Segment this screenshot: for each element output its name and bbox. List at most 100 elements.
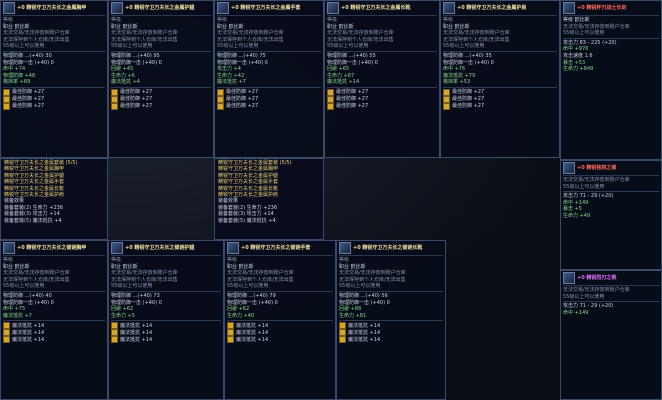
manastone-icon [327, 95, 334, 103]
tooltip-chain-legs: +0 精锐守卫万夫长之锁链护腿 等级 职业 欧比斯 无法交易/无法存放到账户仓库… [108, 240, 224, 400]
manastone-icon [217, 95, 224, 103]
stat: 回避 +62 [111, 306, 134, 313]
level-req: 55级以上可以使用 [227, 283, 269, 290]
manastone-icon [3, 88, 10, 96]
level-req: 55级以上可以使用 [339, 283, 381, 290]
stat: 攻击力 71 - 29 (+20) [563, 193, 614, 200]
stat: 攻击力 +4 [217, 66, 241, 73]
trade-note: 无法交易/无法存放到账户仓库 [3, 30, 70, 37]
manastone: 魔法抵抗 +14 [12, 329, 45, 336]
stat: 物理防御 ...(+40) 55 [327, 52, 376, 59]
item-title: +0 精锐守卫万夫长之锁链护腿 [125, 244, 195, 251]
trade-note: 无法交易/无法存放到账户仓库 [339, 270, 406, 277]
level-req: 55级以上可以使用 [563, 183, 605, 190]
manastone-icon [443, 102, 450, 110]
manastone: 魔法抵抗 +14 [348, 336, 381, 343]
tooltip-weapon-lock: +0 精锐铭刻之锁 无法交易/无法存放到账户仓库 55级以上可以使用 攻击力 7… [560, 160, 662, 270]
item-title: +0 精锐守卫万夫长之锁链胸甲 [17, 244, 87, 251]
manastone: 魔法抵抗 +14 [12, 336, 45, 343]
level-req: 55级以上可以使用 [443, 43, 485, 50]
manastone-icon [443, 88, 450, 96]
manastone-icon [3, 322, 10, 330]
stat: 物理防御 ...(+40) 40 [3, 292, 52, 299]
manastone-icon [3, 95, 10, 103]
stat: 生命力 +49 [563, 212, 591, 219]
set-bonus-panel: 精锐守卫万夫长之金属套装 (5/5) 精锐守卫万夫长之金属胸甲 精锐守卫万夫长之… [0, 158, 108, 240]
stat: 命中 +976 [563, 46, 589, 53]
level-req: 55级以上可以使用 [563, 30, 605, 37]
manastone: 最佳防御 +27 [120, 96, 153, 103]
item-icon [563, 2, 575, 14]
manastone-icon [217, 102, 224, 110]
item-level: 等级 [217, 17, 228, 23]
manastone-icon [339, 336, 346, 344]
stat: 魔法抵抗 +7 [3, 312, 32, 319]
tooltip-metal-gloves: +0 精锐守卫万夫长之金属手套 等级 职业 欧比斯 无法交易/无法存放到账户仓库… [214, 0, 324, 158]
stat: 格挡率 +53 [443, 79, 471, 86]
item-icon [3, 2, 15, 14]
manastone-icon [111, 322, 118, 330]
manastone-icon [111, 88, 118, 96]
manastone-icon [111, 336, 118, 344]
manastone-icon [227, 336, 234, 344]
item-title: +0 精锐杯刃战士长剑 [577, 4, 627, 11]
stat: 命中 +149 [563, 309, 589, 316]
trade-note: 无法交易/无法存放到账户仓库 [111, 30, 178, 37]
tooltip-chain-gloves: +0 精锐守卫万夫长之锁链手套 等级 职业 欧比斯 无法交易/无法存放到账户仓库… [224, 240, 336, 400]
trade-note: 无法交易/无法存放到账户仓库 [563, 177, 630, 183]
manastone: 最佳防御 +27 [226, 96, 259, 103]
trade-note: 无法交易/无法存放到账户仓库 [563, 287, 630, 293]
manastone-icon [327, 102, 334, 110]
item-title: +0 精锐守卫万夫长之锁链手套 [241, 244, 311, 251]
stat: 生命力 +5 [111, 312, 135, 319]
manastone-icon [227, 322, 234, 330]
stat: 物理防御 ...(+40) 75 [217, 52, 266, 59]
stat: 命中 +75 [3, 306, 26, 313]
trade-note: 无法交易/无法存放到账户仓库 [227, 270, 294, 277]
item-title: +0 精锐烈刃之戟 [577, 274, 617, 281]
manastone-icon [111, 102, 118, 110]
stat: 生命力 +81 [339, 312, 367, 319]
item-icon [3, 242, 15, 254]
item-icon [563, 162, 575, 174]
stat: 生命力 +40 [227, 312, 255, 319]
item-icon [563, 272, 575, 284]
stat: 暴击 +5 [563, 206, 582, 213]
manastone: 最佳防御 +27 [120, 89, 153, 96]
stat: 物理防御 ...(+40) 56 [339, 292, 388, 299]
set-bonus: 装备套装(5) 魔法抵抗 +4 [4, 217, 62, 224]
manastone: 最佳防御 +27 [120, 103, 153, 110]
set-bonus: 装备套装(5) 魔法抵抗 +4 [218, 217, 276, 224]
manastone: 魔法抵抗 +14 [120, 336, 153, 343]
item-level: 等级 [3, 17, 14, 23]
manastone: 最佳防御 +27 [336, 89, 369, 96]
manastone: 最佳防御 +27 [226, 89, 259, 96]
level-req: 55级以上可以使用 [563, 293, 605, 300]
item-class: 等级 欧比斯 [563, 17, 590, 23]
manastone: 最佳防御 +27 [12, 96, 45, 103]
stat: 魔法抵抗 +4 [111, 79, 140, 86]
manastone: 魔法抵抗 +14 [236, 322, 269, 329]
manastone-icon [339, 329, 346, 337]
item-level: 等级 [3, 257, 14, 263]
level-req: 55级以上可以使用 [3, 283, 45, 290]
trade-note: 无法交易/无法存放到账户仓库 [217, 30, 284, 37]
item-icon [111, 2, 123, 14]
stat: 回避 +88 [339, 306, 362, 313]
tooltip-chain-boots: +0 精锐守卫万夫长之锁链长靴 等级 职业 欧比斯 无法交易/无法存放到账户仓库… [336, 240, 446, 400]
stat: 命中 +74 [3, 66, 26, 73]
item-title: +0 精锐守卫万夫长之金属护腿 [125, 4, 195, 11]
item-icon [217, 2, 229, 14]
manastone: 最佳防御 +27 [452, 96, 485, 103]
manastone: 最佳防御 +27 [12, 103, 45, 110]
stat: 物理防御 ...(+40) 95 [111, 52, 160, 59]
stat: 回避 +65 [327, 66, 350, 73]
trade-note: 无法交易/无法存放到账户仓库 [443, 30, 510, 37]
stat: 魔法抵抗 +7 [217, 79, 246, 86]
manastone: 最佳防御 +27 [12, 89, 45, 96]
manastone: 魔法抵抗 +14 [348, 329, 381, 336]
manastone: 魔法抵抗 +14 [120, 329, 153, 336]
item-title: +0 精锐守卫万夫长之金属手套 [231, 4, 301, 11]
stat: 物理防御 ...(+40) 30 [3, 52, 52, 59]
manastone: 最佳防御 +27 [336, 96, 369, 103]
